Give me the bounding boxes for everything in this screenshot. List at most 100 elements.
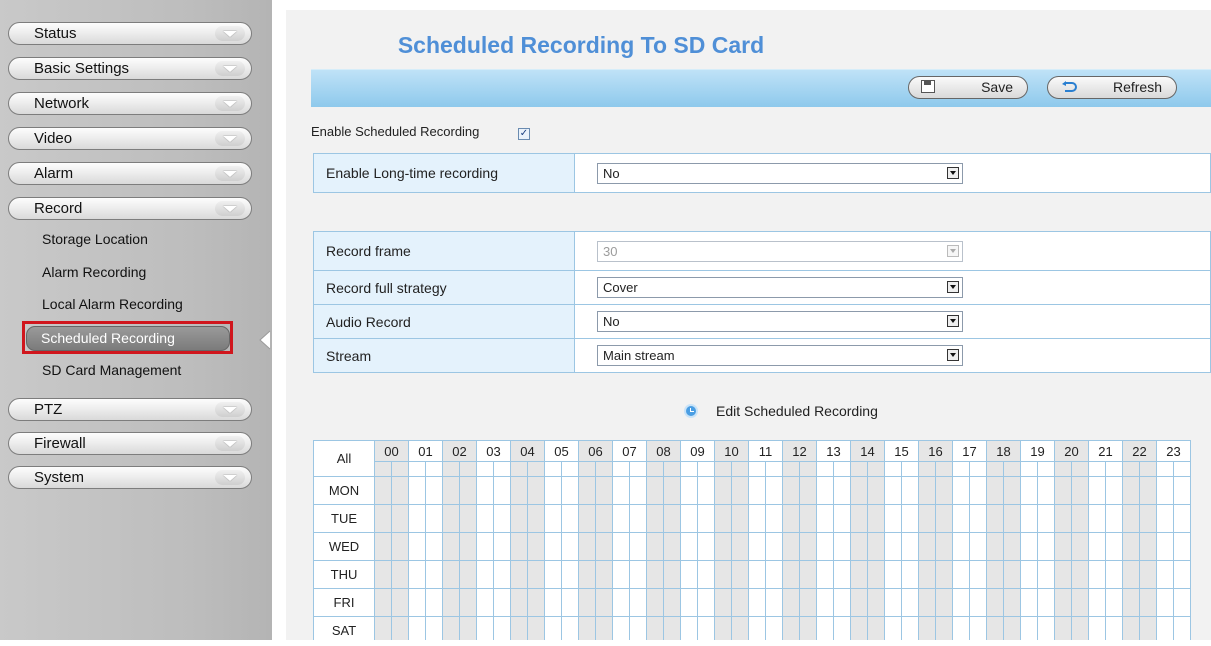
schedule-slot[interactable] xyxy=(1054,560,1072,589)
halfhour-cell[interactable] xyxy=(1173,461,1191,477)
schedule-slot[interactable] xyxy=(714,560,732,589)
schedule-slot[interactable] xyxy=(629,588,647,617)
schedule-slot[interactable] xyxy=(782,476,800,505)
schedule-slot[interactable] xyxy=(1105,560,1123,589)
schedule-slot[interactable] xyxy=(833,476,851,505)
schedule-slot[interactable] xyxy=(986,532,1004,561)
schedule-slot[interactable] xyxy=(1088,588,1106,617)
halfhour-cell[interactable] xyxy=(952,461,970,477)
schedule-slot[interactable] xyxy=(765,532,783,561)
schedule-slot[interactable] xyxy=(510,588,528,617)
schedule-slot[interactable] xyxy=(544,616,562,640)
hour-header[interactable]: 12 xyxy=(782,440,817,462)
schedule-slot[interactable] xyxy=(748,532,766,561)
schedule-slot[interactable] xyxy=(731,560,749,589)
schedule-slot[interactable] xyxy=(1139,532,1157,561)
schedule-slot[interactable] xyxy=(714,476,732,505)
hour-header[interactable]: 21 xyxy=(1088,440,1123,462)
schedule-slot[interactable] xyxy=(952,504,970,533)
schedule-slot[interactable] xyxy=(1020,560,1038,589)
schedule-slot[interactable] xyxy=(748,588,766,617)
schedule-slot[interactable] xyxy=(1105,616,1123,640)
schedule-slot[interactable] xyxy=(629,560,647,589)
schedule-slot[interactable] xyxy=(697,560,715,589)
schedule-slot[interactable] xyxy=(816,616,834,640)
hour-header[interactable]: 17 xyxy=(952,440,987,462)
schedule-slot[interactable] xyxy=(833,588,851,617)
schedule-slot[interactable] xyxy=(425,616,443,640)
schedule-slot[interactable] xyxy=(901,560,919,589)
schedule-slot[interactable] xyxy=(1156,616,1174,640)
schedule-slot[interactable] xyxy=(527,616,545,640)
halfhour-cell[interactable] xyxy=(731,461,749,477)
schedule-slot[interactable] xyxy=(680,532,698,561)
halfhour-cell[interactable] xyxy=(748,461,766,477)
schedule-slot[interactable] xyxy=(663,616,681,640)
hour-header[interactable]: 08 xyxy=(646,440,681,462)
hour-header[interactable]: 23 xyxy=(1156,440,1191,462)
schedule-slot[interactable] xyxy=(544,588,562,617)
menu-record[interactable]: Record xyxy=(8,197,252,220)
schedule-slot[interactable] xyxy=(408,560,426,589)
schedule-slot[interactable] xyxy=(493,560,511,589)
schedule-slot[interactable] xyxy=(748,616,766,640)
schedule-slot[interactable] xyxy=(1020,616,1038,640)
schedule-slot[interactable] xyxy=(561,588,579,617)
schedule-slot[interactable] xyxy=(918,532,936,561)
schedule-slot[interactable] xyxy=(1139,616,1157,640)
hour-header[interactable]: 06 xyxy=(578,440,613,462)
schedule-slot[interactable] xyxy=(1088,560,1106,589)
halfhour-cell[interactable] xyxy=(697,461,715,477)
long-time-select[interactable]: No xyxy=(597,162,963,184)
schedule-slot[interactable] xyxy=(969,560,987,589)
schedule-slot[interactable] xyxy=(595,532,613,561)
schedule-slot[interactable] xyxy=(1054,476,1072,505)
halfhour-cell[interactable] xyxy=(901,461,919,477)
menu-network[interactable]: Network xyxy=(8,92,252,115)
halfhour-cell[interactable] xyxy=(1156,461,1174,477)
schedule-slot[interactable] xyxy=(714,504,732,533)
schedule-slot[interactable] xyxy=(680,616,698,640)
schedule-slot[interactable] xyxy=(816,532,834,561)
schedule-slot[interactable] xyxy=(527,476,545,505)
schedule-slot[interactable] xyxy=(1054,588,1072,617)
stream-select[interactable]: Main stream xyxy=(597,345,963,366)
schedule-slot[interactable] xyxy=(1139,588,1157,617)
schedule-slot[interactable] xyxy=(476,532,494,561)
schedule-slot[interactable] xyxy=(918,476,936,505)
schedule-slot[interactable] xyxy=(1173,532,1191,561)
schedule-slot[interactable] xyxy=(918,560,936,589)
schedule-slot[interactable] xyxy=(408,476,426,505)
schedule-slot[interactable] xyxy=(833,504,851,533)
schedule-slot[interactable] xyxy=(850,560,868,589)
schedule-slot[interactable] xyxy=(731,588,749,617)
schedule-slot[interactable] xyxy=(782,588,800,617)
halfhour-cell[interactable] xyxy=(425,461,443,477)
halfhour-cell[interactable] xyxy=(782,461,800,477)
schedule-slot[interactable] xyxy=(731,532,749,561)
halfhour-cell[interactable] xyxy=(663,461,681,477)
schedule-slot[interactable] xyxy=(578,560,596,589)
schedule-slot[interactable] xyxy=(595,504,613,533)
day-label[interactable]: THU xyxy=(313,560,375,589)
schedule-slot[interactable] xyxy=(561,616,579,640)
schedule-slot[interactable] xyxy=(952,476,970,505)
day-label[interactable]: SAT xyxy=(313,616,375,640)
hour-header[interactable]: 22 xyxy=(1122,440,1157,462)
halfhour-cell[interactable] xyxy=(1139,461,1157,477)
schedule-slot[interactable] xyxy=(714,532,732,561)
schedule-slot[interactable] xyxy=(799,560,817,589)
halfhour-cell[interactable] xyxy=(935,461,953,477)
schedule-slot[interactable] xyxy=(799,532,817,561)
schedule-slot[interactable] xyxy=(748,476,766,505)
menu-firewall[interactable]: Firewall xyxy=(8,432,252,455)
schedule-slot[interactable] xyxy=(833,532,851,561)
schedule-slot[interactable] xyxy=(1105,504,1123,533)
menu-video[interactable]: Video xyxy=(8,127,252,150)
schedule-slot[interactable] xyxy=(612,476,630,505)
schedule-slot[interactable] xyxy=(442,560,460,589)
schedule-slot[interactable] xyxy=(782,504,800,533)
hour-header[interactable]: 11 xyxy=(748,440,783,462)
halfhour-cell[interactable] xyxy=(510,461,528,477)
schedule-slot[interactable] xyxy=(425,504,443,533)
